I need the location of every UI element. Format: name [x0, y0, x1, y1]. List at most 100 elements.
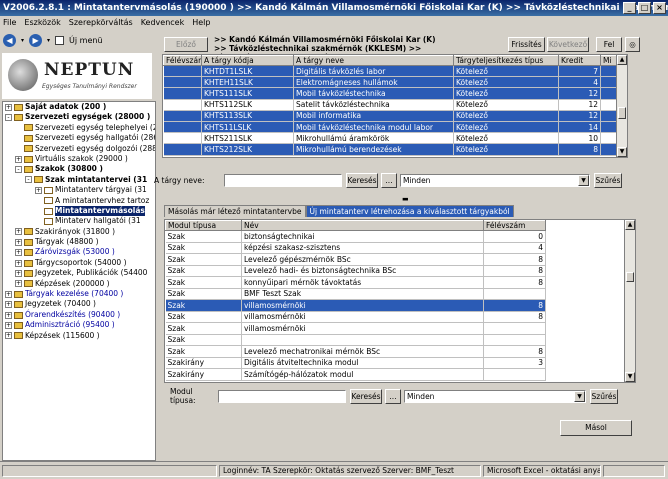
status-taskbar-item[interactable]: Microsoft Excel - oktatási anyagok: [483, 465, 601, 477]
table-row[interactable]: KHTDT1LSLK Digitális távközlés labor Kötel…: [163, 65, 619, 78]
module-type-input[interactable]: [218, 389, 346, 403]
expand-icon[interactable]: +: [15, 228, 22, 236]
column-header[interactable]: A tárgy kódja: [201, 55, 294, 66]
next-button[interactable]: Következő: [547, 37, 589, 52]
expand-icon[interactable]: +: [15, 280, 22, 288]
table-row[interactable]: Szak BMF Teszt Szak: [165, 288, 546, 300]
tree-item[interactable]: + Tárgyak kezelése (70400 ): [3, 289, 155, 299]
close-button[interactable]: ×: [653, 2, 666, 14]
expand-icon[interactable]: +: [5, 103, 12, 111]
table-row[interactable]: Szakirány Digitális átviteltechnika modul…: [165, 357, 546, 369]
new-menu-checkbox[interactable]: [55, 35, 65, 45]
tree-item[interactable]: + Képzések (200000 ): [3, 279, 155, 289]
table-row[interactable]: KHTS211SLK Mikrohullámú áramkörök Kötelező…: [163, 132, 619, 145]
expand-icon[interactable]: +: [35, 186, 42, 194]
subject-filter-select[interactable]: Minden ▼: [400, 174, 590, 187]
tree-item[interactable]: - Szakok (30800 ): [3, 164, 155, 174]
tree-item[interactable]: Szervezeti egység dolgozói (288: [3, 144, 155, 154]
table-row[interactable]: KHTS112SLK Satelit távközléstechnika Kötel…: [163, 99, 619, 111]
collapse-icon[interactable]: -: [25, 176, 32, 184]
settings-icon[interactable]: ◎: [625, 37, 640, 52]
scroll-up-icon[interactable]: ▲: [617, 55, 627, 65]
table-row[interactable]: KHTS212SLK Mikrohullámú berendezések Kötel…: [163, 143, 619, 156]
menu-szerepkorvaltas[interactable]: Szerepkörváltás: [69, 16, 133, 29]
prev-button[interactable]: Előző: [164, 37, 208, 52]
table-row[interactable]: KHTS111SLK Mobil távközléstechnika Kötelez…: [163, 87, 619, 100]
forward-icon[interactable]: ▶: [29, 33, 43, 47]
tree-item[interactable]: - Szak mintatantervei (31: [3, 175, 155, 185]
tree-item[interactable]: + Órarendkészítés (90400 ): [3, 310, 155, 320]
scroll-up-icon[interactable]: ▲: [625, 220, 635, 230]
expand-icon[interactable]: +: [5, 311, 12, 319]
tree-item[interactable]: - Szervezeti egységek (28000 ): [3, 112, 155, 122]
back-dropdown-icon[interactable]: ▾: [21, 37, 24, 44]
expand-icon[interactable]: +: [5, 321, 12, 329]
table-row[interactable]: Szak villamosmérnöki: [165, 322, 546, 335]
tree-item[interactable]: A mintatantervhez tartoz: [3, 196, 155, 206]
module-dots-button[interactable]: ...: [385, 388, 401, 404]
module-search-button[interactable]: Keresés: [350, 388, 382, 404]
scroll-down-icon[interactable]: ▼: [617, 147, 627, 157]
column-header[interactable]: Tárgyteljesítkezés típus: [453, 55, 559, 66]
module-filter-button[interactable]: Szűrés: [590, 388, 618, 404]
table-row[interactable]: Szak Levelező gépészmérnök BSc 8: [165, 253, 546, 266]
tree-item[interactable]: + Tárgyak (48800 ): [3, 237, 155, 247]
scroll-down-icon[interactable]: ▼: [625, 372, 635, 382]
table-row[interactable]: Szak Levelező hadi- és biztonságtechnika …: [165, 265, 546, 277]
tab-copy-existing[interactable]: Másolás már létező mintatantervbe: [164, 205, 306, 217]
chevron-down-icon[interactable]: ▼: [574, 390, 585, 402]
tree-item[interactable]: + Jegyzetek, Publikációk (54400: [3, 268, 155, 278]
subject-filter-button[interactable]: Szűrés: [594, 173, 622, 188]
column-header[interactable]: Név: [241, 220, 484, 231]
tree-item[interactable]: + Virtuális szakok (29000 ): [3, 154, 155, 164]
table-row[interactable]: Szak konnyűipari mérnök távoktatás 8: [165, 276, 546, 289]
expand-icon[interactable]: +: [5, 301, 12, 309]
tree-item[interactable]: + Képzések (115600 ): [3, 331, 155, 341]
tree-item[interactable]: + Jegyzetek (70400 ): [3, 299, 155, 309]
subjects-grid[interactable]: Félévszám A tárgy kódja A tárgy neve Tárgyt…: [162, 54, 628, 158]
tree-item[interactable]: Mintaterv hallgatói (31: [3, 216, 155, 226]
expand-icon[interactable]: +: [15, 155, 22, 163]
scroll-thumb[interactable]: [626, 272, 634, 282]
maximize-button[interactable]: □: [638, 2, 651, 14]
table-row[interactable]: Szak biztonságtechnikai 0: [165, 230, 546, 243]
table-row[interactable]: Szak Levelező mechatronikai mérnök BSc 8: [165, 345, 546, 358]
column-header[interactable]: Félévszám: [483, 220, 546, 231]
expand-icon[interactable]: +: [15, 249, 22, 257]
chevron-down-icon[interactable]: ▼: [578, 175, 589, 186]
menu-eszkozok[interactable]: Eszközök: [24, 16, 60, 29]
refresh-button[interactable]: Frissítés: [508, 37, 545, 52]
table-row[interactable]: Szak képzési szakasz-szisztens 4: [165, 242, 546, 254]
table-row[interactable]: Szak: [165, 334, 546, 346]
tree-item[interactable]: Szervezeti egység telephelyei (2: [3, 123, 155, 133]
tree-item[interactable]: Mintatantervmásolás: [3, 205, 155, 217]
subject-dots-button[interactable]: ...: [381, 173, 397, 188]
expand-icon[interactable]: +: [5, 290, 12, 298]
expand-icon[interactable]: +: [5, 332, 12, 340]
table-row[interactable]: Szak villamosmérnöki 8: [165, 311, 546, 323]
subject-name-input[interactable]: [224, 174, 342, 187]
column-header[interactable]: Modul típusa: [165, 220, 242, 231]
expand-icon[interactable]: +: [15, 238, 22, 246]
forward-dropdown-icon[interactable]: ▾: [47, 37, 50, 44]
tree-item[interactable]: Szervezeti egység hallgatói (286: [3, 133, 155, 143]
modules-grid[interactable]: Modul típusa Név Félévszám Szak biztonságte…: [164, 219, 636, 383]
table-row[interactable]: KHTS113SLK Mobil informatika Kötelező 12: [163, 110, 619, 122]
up-button[interactable]: Fel: [596, 37, 622, 52]
splitter-arrow-icon[interactable]: ▬: [402, 195, 409, 203]
modules-scrollbar[interactable]: ▲ ▼: [624, 220, 635, 382]
table-row[interactable]: Szakirány Számítógép-hálózatok modul: [165, 368, 546, 381]
minimize-button[interactable]: _: [623, 2, 636, 14]
table-row[interactable]: KHTEH11SLK Elektromágneses hullámok Kötele…: [163, 76, 619, 89]
module-filter-select[interactable]: Minden ▼: [404, 389, 586, 403]
table-row[interactable]: KHTS11LSLK Mobil távközléstechnika modul …: [163, 121, 619, 134]
subject-search-button[interactable]: Keresés: [346, 173, 378, 188]
column-header[interactable]: A tárgy neve: [293, 55, 454, 66]
subjects-scrollbar[interactable]: ▲ ▼: [616, 55, 627, 157]
tree-item[interactable]: + Záróvizsgák (53000 ): [3, 247, 155, 257]
column-header[interactable]: Félévszám: [163, 55, 202, 66]
scroll-thumb[interactable]: [618, 107, 626, 119]
navigation-tree[interactable]: + Saját adatok (200 ) - Szervezeti egységek…: [2, 101, 156, 461]
collapse-icon[interactable]: -: [5, 114, 12, 122]
expand-icon[interactable]: +: [15, 259, 22, 267]
